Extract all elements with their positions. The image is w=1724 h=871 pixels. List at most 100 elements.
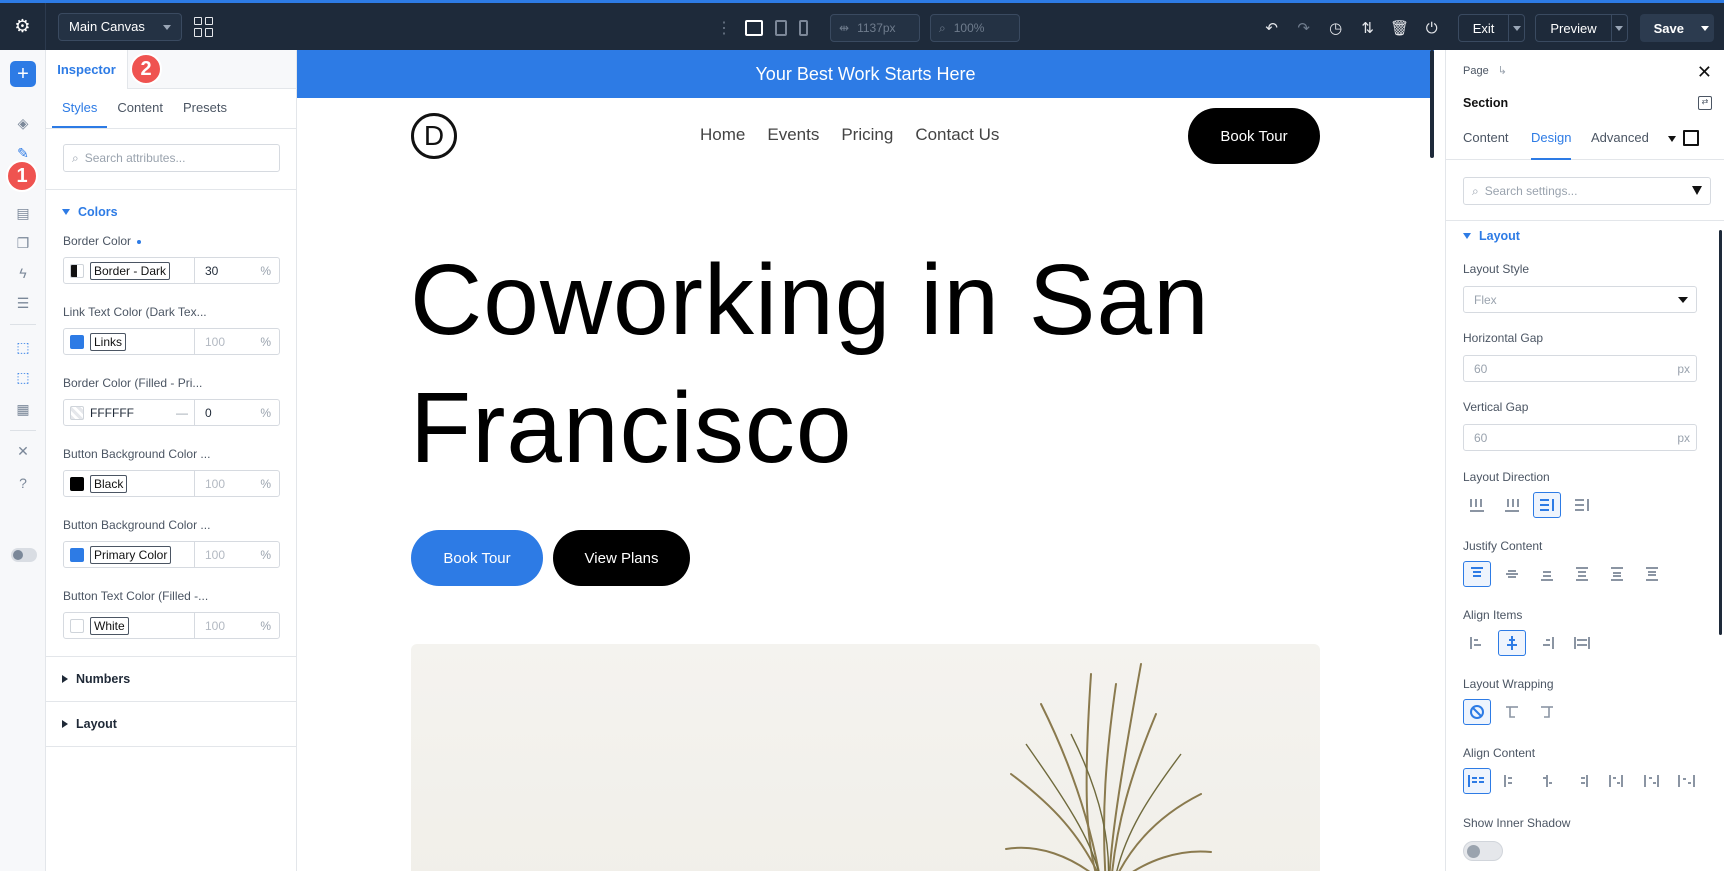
- align-center-icon[interactable]: [1498, 630, 1526, 656]
- layout-group-toggle[interactable]: Layout: [1463, 229, 1520, 243]
- page-settings-icon[interactable]: ▤: [14, 204, 32, 222]
- color-variable-chip[interactable]: Primary Color: [90, 545, 172, 564]
- power-icon[interactable]: ⏻: [1416, 14, 1448, 42]
- color-swatch[interactable]: [70, 618, 84, 633]
- save-dropdown-icon[interactable]: [1696, 14, 1714, 42]
- tab-advanced[interactable]: Advanced: [1591, 117, 1649, 160]
- zoom-field[interactable]: ⌕ 100%: [930, 14, 1020, 42]
- opacity-value[interactable]: 0: [205, 406, 212, 420]
- undo-icon[interactable]: ↶: [1256, 14, 1288, 42]
- direction-row-reverse-icon[interactable]: [1498, 492, 1526, 518]
- content-start-icon[interactable]: [1463, 768, 1491, 794]
- close-icon[interactable]: ✕: [1697, 62, 1712, 83]
- tab-styles[interactable]: Styles: [52, 89, 108, 128]
- settings-gear-icon[interactable]: ⚙: [0, 3, 46, 50]
- justify-end-icon[interactable]: [1533, 561, 1561, 587]
- color-swatch[interactable]: [70, 476, 84, 491]
- color-swatch[interactable]: [70, 334, 84, 349]
- tab-design[interactable]: Design: [1531, 117, 1572, 160]
- numbers-group-toggle[interactable]: Numbers: [46, 657, 296, 701]
- trash-icon[interactable]: 🗑: [1384, 14, 1416, 42]
- canvas-width-field[interactable]: ⇹ 1137px: [830, 14, 920, 42]
- color-variable-chip[interactable]: Black: [90, 474, 128, 493]
- direction-row-icon[interactable]: [1463, 492, 1491, 518]
- tablet-view-icon[interactable]: [775, 20, 787, 36]
- help-icon[interactable]: ?: [14, 474, 32, 492]
- exit-dropdown-icon[interactable]: [1508, 15, 1524, 41]
- content-evenly-icon[interactable]: [1638, 768, 1666, 794]
- content-around-icon[interactable]: [1603, 768, 1631, 794]
- tab-inspector[interactable]: Inspector: [46, 50, 128, 89]
- inner-shadow-toggle[interactable]: [1463, 841, 1503, 861]
- hero-image[interactable]: [411, 644, 1320, 871]
- tab-presets[interactable]: Presets: [173, 89, 237, 128]
- settings-search-input[interactable]: ⌕ Search settings...: [1463, 177, 1711, 205]
- add-element-button[interactable]: +: [10, 61, 36, 87]
- color-variable-chip[interactable]: White: [90, 616, 129, 635]
- opacity-value[interactable]: 30: [205, 264, 218, 278]
- exit-button[interactable]: Exit: [1457, 14, 1526, 42]
- align-stretch-icon[interactable]: [1568, 630, 1596, 656]
- pages-copy-icon[interactable]: ❐: [14, 234, 32, 252]
- view-plans-button[interactable]: View Plans: [553, 530, 690, 586]
- content-stretch-icon[interactable]: [1673, 768, 1701, 794]
- attribute-field[interactable]: Links 100%: [63, 328, 280, 355]
- filter-icon[interactable]: [1692, 186, 1702, 195]
- layout-group-toggle[interactable]: Layout: [46, 702, 296, 746]
- menu-item-home[interactable]: Home: [700, 125, 745, 145]
- breadcrumb[interactable]: Page ↳: [1463, 64, 1507, 77]
- attribute-field[interactable]: White 100%: [63, 612, 280, 639]
- menu-item-events[interactable]: Events: [767, 125, 819, 145]
- no-wrap-icon[interactable]: [1463, 699, 1491, 725]
- color-variable-chip[interactable]: Border - Dark: [90, 261, 171, 280]
- preview-button[interactable]: Preview: [1535, 14, 1628, 42]
- menu-item-pricing[interactable]: Pricing: [841, 125, 893, 145]
- opacity-value[interactable]: 100: [205, 548, 225, 562]
- hero-heading[interactable]: Coworking in San Francisco: [410, 236, 1310, 492]
- save-button[interactable]: Save: [1639, 14, 1714, 42]
- layout-style-select[interactable]: Flex: [1463, 286, 1697, 313]
- opacity-value[interactable]: 100: [205, 335, 225, 349]
- color-variable-chip[interactable]: Links: [90, 332, 127, 351]
- attribute-field[interactable]: FFFFFF — 0%: [63, 399, 280, 426]
- canvas-select[interactable]: Main Canvas: [58, 12, 182, 41]
- page-canvas[interactable]: Your Best Work Starts Here D Home Events…: [297, 50, 1434, 871]
- book-tour-button[interactable]: Book Tour: [411, 530, 543, 586]
- site-logo[interactable]: D: [411, 113, 457, 159]
- preview-dropdown-icon[interactable]: [1610, 15, 1627, 41]
- justify-space-evenly-icon[interactable]: [1638, 561, 1666, 587]
- attribute-field[interactable]: Primary Color 100%: [63, 541, 280, 568]
- sort-arrows-icon[interactable]: ⇅: [1352, 14, 1384, 42]
- expand-panel-icon[interactable]: [1683, 130, 1699, 146]
- justify-start-icon[interactable]: [1463, 561, 1491, 587]
- wrap-icon[interactable]: [1498, 699, 1526, 725]
- opacity-value[interactable]: 100: [205, 619, 225, 633]
- select-cursor-icon[interactable]: ⬚: [14, 338, 32, 356]
- phone-view-icon[interactable]: [799, 20, 808, 36]
- content-between-icon[interactable]: [1568, 768, 1596, 794]
- content-end-icon[interactable]: [1533, 768, 1561, 794]
- header-book-tour-button[interactable]: Book Tour: [1188, 108, 1320, 164]
- multi-select-icon[interactable]: ⬚: [14, 368, 32, 386]
- wrap-reverse-icon[interactable]: [1533, 699, 1561, 725]
- tab-content[interactable]: Content: [107, 89, 173, 128]
- hex-value[interactable]: FFFFFF: [90, 406, 134, 420]
- color-swatch[interactable]: [70, 547, 84, 562]
- horizontal-gap-input[interactable]: 60 px: [1463, 355, 1697, 382]
- tabs-dropdown-icon[interactable]: [1668, 136, 1676, 142]
- layers-icon[interactable]: ◈: [14, 114, 32, 132]
- direction-column-icon[interactable]: [1533, 492, 1561, 518]
- grid-view-icon[interactable]: [194, 16, 214, 37]
- tools-icon[interactable]: ✕: [14, 442, 32, 460]
- redo-icon[interactable]: ↷: [1288, 14, 1320, 42]
- direction-column-reverse-icon[interactable]: [1568, 492, 1596, 518]
- content-center-icon[interactable]: [1498, 768, 1526, 794]
- vertical-gap-input[interactable]: 60 px: [1463, 424, 1697, 451]
- mode-toggle[interactable]: [11, 548, 37, 562]
- attribute-search-input[interactable]: ⌕ Search attributes...: [63, 144, 280, 172]
- tab-content[interactable]: Content: [1463, 117, 1509, 160]
- canvas-scrollbar[interactable]: [1430, 50, 1434, 158]
- justify-center-icon[interactable]: [1498, 561, 1526, 587]
- history-clock-icon[interactable]: ◷: [1320, 14, 1352, 42]
- element-settings-icon[interactable]: ⇄: [1698, 96, 1712, 110]
